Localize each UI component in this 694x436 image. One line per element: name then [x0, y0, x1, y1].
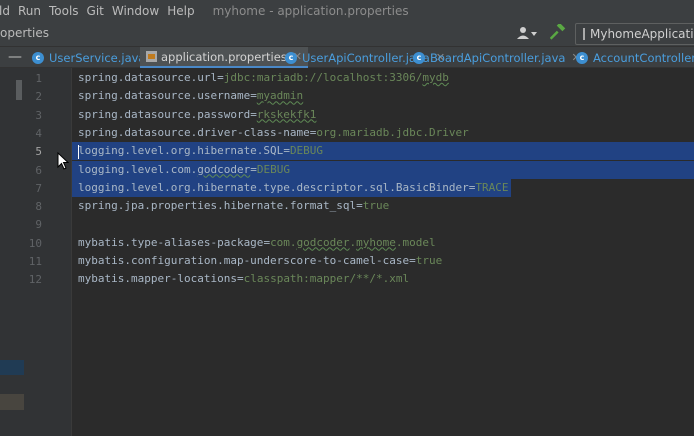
code-line: spring.datasource.password=rkskekfk1	[78, 108, 316, 121]
menu-build[interactable]: ld	[0, 4, 14, 18]
property-value: classpath:mapper/**/*.xml	[243, 272, 410, 286]
line-number: 12	[28, 273, 42, 287]
line-number: 11	[28, 255, 42, 268]
line-number: 7	[35, 181, 42, 195]
breadcrumb[interactable]: operties	[0, 26, 49, 40]
left-tool-strip	[0, 68, 24, 436]
minimize-icon[interactable]: —	[8, 49, 22, 65]
line-number: 1	[35, 72, 42, 85]
tab-boardapicontroller[interactable]: c BoardApiController.java ✕	[413, 47, 581, 68]
line-number: 6	[35, 163, 42, 177]
code-line: spring.datasource.driver-class-name=org.…	[78, 126, 469, 139]
property-value: org.mariadb.jdbc.Driver	[316, 125, 469, 139]
tab-label: BoardApiController.java	[430, 50, 566, 65]
java-class-icon: c	[32, 51, 44, 64]
line-number: 5	[35, 145, 42, 159]
menu-help[interactable]: Help	[163, 4, 198, 18]
equals-sign: =	[409, 254, 416, 267]
line-number: 4	[35, 126, 42, 140]
text-caret	[78, 145, 79, 159]
property-key: logging.level.org.hibernate.SQL	[78, 144, 284, 158]
property-value: DEBUG	[289, 144, 324, 158]
property-key: logging.level.com.godcoder	[78, 162, 251, 176]
menu-run[interactable]: Run	[14, 4, 45, 18]
equals-sign: =	[283, 144, 290, 158]
user-account-icon[interactable]	[516, 25, 538, 43]
code-line: spring.datasource.url=jdbc:mariadb://loc…	[78, 71, 449, 84]
tab-label: UserService.java	[49, 50, 146, 65]
code-line: logging.level.org.hibernate.SQL=DEBUG	[78, 144, 323, 157]
line-number: 2	[35, 90, 42, 104]
menu-window[interactable]: Window	[108, 4, 163, 18]
run-configuration-select[interactable]: MyhomeApplication	[575, 23, 694, 45]
tab-label: UserApiController.java	[302, 50, 430, 65]
run-configuration-label: MyhomeApplication	[590, 27, 694, 41]
project-tree-item[interactable]	[0, 394, 24, 410]
equals-sign: =	[236, 272, 244, 286]
code-line: spring.datasource.username=myadmin	[78, 89, 303, 102]
property-key: mybatis.mapper-locations	[78, 272, 237, 286]
project-tree-selection[interactable]	[0, 360, 24, 375]
tab-label: application.properties	[161, 49, 287, 64]
property-value: com.godcoder.myhome.model	[270, 235, 436, 249]
line-number-gutter	[16, 68, 72, 436]
java-class-icon: c	[413, 51, 425, 64]
java-class-icon: c	[576, 51, 588, 64]
property-value: myadmin	[256, 89, 304, 103]
property-key: spring.jpa.properties.hibernate.format_s…	[78, 199, 357, 213]
menu-tools[interactable]: Tools	[45, 4, 83, 18]
property-value: true	[362, 199, 390, 213]
java-class-icon: c	[285, 51, 297, 64]
equals-sign: =	[250, 107, 257, 121]
properties-file-icon	[146, 51, 157, 62]
application-config-icon	[583, 28, 585, 40]
equals-sign: =	[217, 71, 224, 84]
equals-sign: =	[250, 89, 257, 103]
property-key: spring.datasource.username	[78, 89, 251, 103]
line-number: 3	[35, 108, 42, 122]
equals-sign: =	[356, 199, 363, 213]
tab-accountcontroller[interactable]: c AccountController.java	[576, 47, 694, 68]
tab-label: AccountController.java	[593, 50, 694, 65]
property-key: spring.datasource.password	[78, 107, 251, 121]
property-key: spring.datasource.driver-class-name	[78, 125, 310, 139]
build-hammer-icon[interactable]	[549, 22, 566, 44]
navigation-toolbar: operties MyhomeApplication	[0, 22, 694, 46]
line-number: 10	[28, 236, 42, 250]
code-line: mybatis.mapper-locations=classpath:mappe…	[78, 272, 409, 285]
code-line: mybatis.configuration.map-underscore-to-…	[78, 254, 442, 267]
code-editor[interactable]: spring.datasource.url=jdbc:mariadb://loc…	[72, 68, 694, 436]
line-number: 8	[35, 200, 42, 214]
property-key: mybatis.configuration.map-underscore-to-…	[78, 254, 410, 267]
line-number: 9	[35, 218, 42, 232]
property-value: rkskekfk1	[256, 107, 317, 121]
scrollbar-thumb[interactable]	[16, 80, 22, 100]
window-title: myhome - application.properties	[212, 4, 409, 18]
property-value: true	[415, 254, 443, 267]
equals-sign: =	[250, 162, 257, 176]
code-line: logging.level.org.hibernate.type.descrip…	[78, 181, 508, 194]
code-line: logging.level.com.godcoder=DEBUG	[78, 163, 290, 176]
menu-bar: ld Run Tools Git Window Help myhome - ap…	[0, 0, 694, 22]
property-value: jdbc:mariadb://localhost:3306/mydb	[223, 71, 449, 84]
property-key: spring.datasource.url	[78, 71, 218, 84]
menu-git[interactable]: Git	[83, 4, 108, 18]
tab-application-properties[interactable]: application.properties ✕	[140, 47, 308, 69]
code-line: mybatis.type-aliases-package=com.godcode…	[78, 236, 436, 249]
code-line: spring.jpa.properties.hibernate.format_s…	[78, 199, 389, 212]
editor-tab-bar: — c UserService.java ✕ application.prope…	[0, 46, 694, 69]
property-key: mybatis.type-aliases-package	[78, 235, 264, 249]
property-key: logging.level.org.hibernate.type.descrip…	[78, 180, 469, 194]
property-value: TRACE	[475, 180, 509, 194]
property-value: DEBUG	[256, 162, 290, 176]
